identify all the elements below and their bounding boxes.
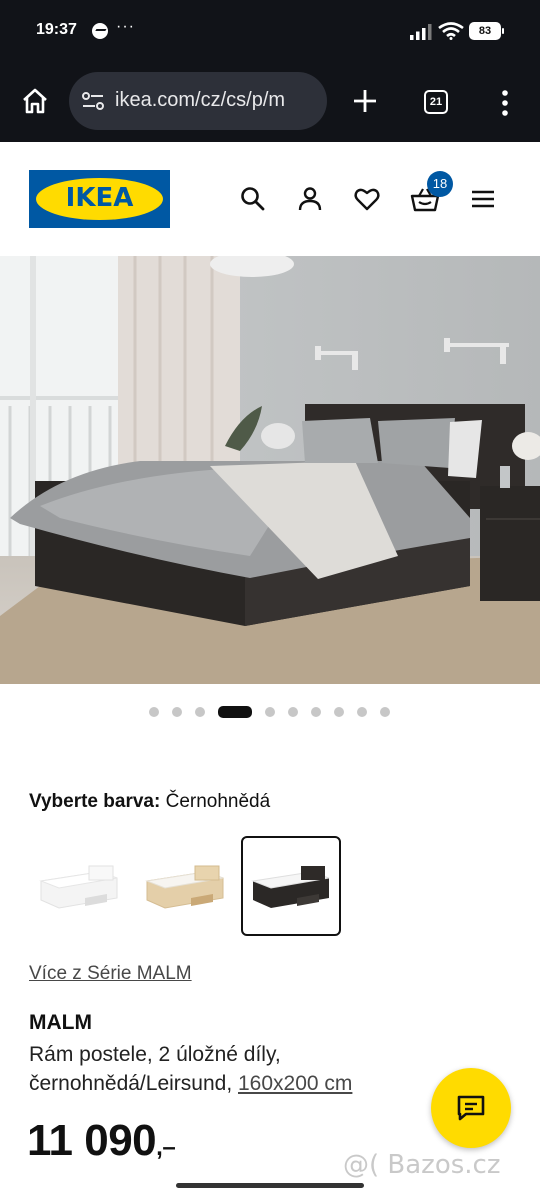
- url-bar[interactable]: ikea.com/cz/cs/p/m: [69, 72, 327, 130]
- screen: 19:37 ··· 83 ikea.com/cz/cs/p/m 21 IKEA …: [0, 0, 540, 1200]
- carousel-dot[interactable]: [149, 707, 159, 717]
- carousel-dot[interactable]: [334, 707, 344, 717]
- color-label-value: Černohnědá: [165, 791, 271, 812]
- color-select-label: Vyberte barva: Černohnědá: [29, 791, 270, 813]
- tabs-icon[interactable]: 21: [424, 90, 448, 114]
- search-icon[interactable]: [239, 185, 267, 213]
- profile-icon[interactable]: [296, 185, 324, 213]
- chat-icon: [457, 1095, 485, 1121]
- wifi-icon: [438, 22, 464, 40]
- price-value: 11 090: [27, 1116, 157, 1165]
- messenger-icon: [92, 23, 108, 39]
- carousel-dot[interactable]: [380, 707, 390, 717]
- carousel-dot[interactable]: [357, 707, 367, 717]
- color-label-prefix: Vyberte barva:: [29, 791, 161, 812]
- product-size-link[interactable]: 160x200 cm: [238, 1072, 352, 1095]
- site-settings-icon[interactable]: [81, 90, 105, 112]
- product-color-text: černohnědá/Leirsund,: [29, 1072, 233, 1095]
- product-description: Rám postele, 2 úložné díly, černohnědá/L…: [29, 1040, 429, 1098]
- site-header: IKEA 18: [0, 142, 540, 256]
- new-tab-icon[interactable]: [350, 86, 380, 116]
- carousel-dot-active[interactable]: [218, 706, 252, 718]
- product-description-line2: černohnědá/Leirsund, 160x200 cm: [29, 1069, 429, 1098]
- color-swatch-oak[interactable]: [135, 836, 235, 936]
- browser-toolbar: ikea.com/cz/cs/p/m 21: [0, 62, 540, 142]
- product-image[interactable]: [0, 256, 540, 684]
- status-more-dots: ···: [116, 18, 135, 35]
- price-suffix: ,–: [156, 1134, 176, 1161]
- oak-bed-thumbnail: [145, 865, 224, 909]
- status-bar: 19:37 ··· 83: [0, 0, 540, 62]
- battery-icon: 83: [469, 22, 504, 40]
- signal-icon: [410, 24, 432, 40]
- logo-text: IKEA: [65, 183, 134, 213]
- heart-icon[interactable]: [353, 185, 381, 213]
- carousel-dot[interactable]: [265, 707, 275, 717]
- carousel-dots: [0, 706, 540, 718]
- carousel-dot[interactable]: [195, 707, 205, 717]
- white-bed-thumbnail: [39, 865, 118, 909]
- home-icon[interactable]: [20, 86, 50, 116]
- menu-dots-icon[interactable]: [494, 88, 516, 118]
- ikea-logo[interactable]: IKEA: [29, 170, 170, 228]
- product-name: MALM: [29, 1011, 92, 1034]
- home-indicator[interactable]: [176, 1183, 364, 1188]
- product-price: 11 090,–: [27, 1116, 176, 1166]
- hamburger-menu-icon[interactable]: [469, 185, 497, 213]
- carousel-dot[interactable]: [172, 707, 182, 717]
- basket-count-badge: 18: [427, 171, 453, 197]
- url-text: ikea.com/cz/cs/p/m: [115, 89, 286, 111]
- color-swatch-white[interactable]: [29, 836, 129, 936]
- carousel-dot[interactable]: [288, 707, 298, 717]
- chat-button[interactable]: [431, 1068, 511, 1148]
- status-time: 19:37: [36, 21, 77, 38]
- series-link[interactable]: Více z Série MALM: [29, 963, 192, 985]
- color-swatch-black-brown[interactable]: [241, 836, 341, 936]
- product-description-line1: Rám postele, 2 úložné díly,: [29, 1043, 281, 1066]
- carousel-dot[interactable]: [311, 707, 321, 717]
- watermark: @( Bazos.cz: [343, 1150, 501, 1180]
- black-brown-bed-thumbnail: [251, 866, 330, 908]
